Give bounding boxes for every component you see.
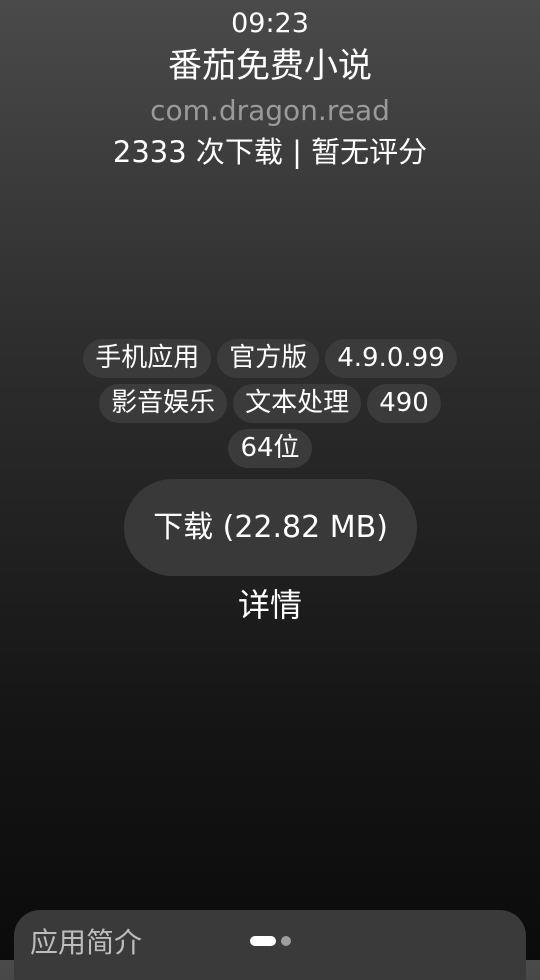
app-package-name: com.dragon.read: [150, 94, 390, 127]
tag-list: 手机应用 官方版 4.9.0.99 影音娱乐 文本处理 490 64位: [60, 339, 480, 468]
tag-platform[interactable]: 手机应用: [83, 339, 212, 378]
status-bar-time: 09:23: [231, 8, 309, 39]
page-indicator-dot: [281, 936, 291, 946]
tag-version[interactable]: 4.9.0.99: [325, 339, 457, 378]
tag-architecture[interactable]: 64位: [228, 429, 312, 468]
page-indicator-dot-active: [250, 936, 276, 946]
download-stats: 2333 次下载 | 暂无评分: [112, 135, 428, 169]
tag-version-code[interactable]: 490: [367, 384, 441, 423]
page-indicator: [250, 936, 291, 946]
tag-category-media[interactable]: 影音娱乐: [99, 384, 228, 423]
download-button[interactable]: 下载 (22.82 MB): [124, 479, 417, 576]
app-intro-sheet[interactable]: 应用简介: [14, 910, 526, 980]
app-title: 番茄免费小说: [168, 46, 372, 86]
details-link[interactable]: 详情: [0, 584, 540, 626]
tag-category-text[interactable]: 文本处理: [233, 384, 362, 423]
tag-edition[interactable]: 官方版: [217, 339, 320, 378]
app-intro-title: 应用简介: [30, 926, 143, 959]
